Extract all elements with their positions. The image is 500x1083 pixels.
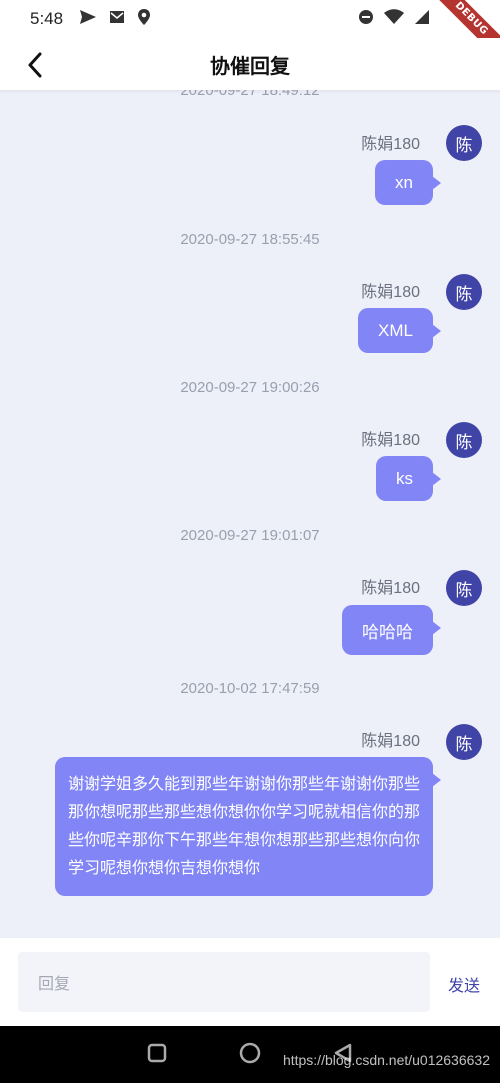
message-timestamp: 2020-09-27 19:00:26 [180,379,320,396]
message-bubble[interactable]: xn [375,160,441,205]
message-timestamp: 2020-10-02 17:47:59 [180,680,320,697]
page-title: 协催回复 [210,53,290,78]
mail-icon [109,9,125,29]
send-icon [79,9,97,29]
sender-name: 陈娟180 [361,432,420,449]
back-button[interactable] [20,50,50,80]
message-timestamp: 2020-09-27 18:49:12 [180,90,320,99]
status-bar: 5:48 DEBUG [0,0,500,65]
sender-name: 陈娟180 [361,284,420,301]
avatar[interactable]: 陈 [446,724,482,760]
location-icon [137,8,151,30]
chat-list[interactable]: 2020-09-27 18:49:12 陈娟180 陈 xn 2020-09-2… [0,90,500,938]
home-icon[interactable] [239,1042,261,1068]
reply-bar: 回复 发送 [0,938,500,1026]
message-timestamp: 2020-09-27 18:55:45 [180,231,320,248]
avatar[interactable]: 陈 [446,570,482,606]
message-bubble[interactable]: 谢谢学姐多久能到那些年谢谢你那些年谢谢你那些那你想呢那些那些想你想你你学习呢就相… [55,757,441,896]
sender-name: 陈娟180 [361,733,420,750]
message-bubble[interactable]: 哈哈哈 [342,605,441,655]
wifi-icon [384,9,404,29]
message-bubble[interactable]: ks [376,456,441,501]
sender-name: 陈娟180 [361,136,420,153]
watermark: https://blog.csdn.net/u012636632 [282,1052,490,1068]
reply-input[interactable]: 回复 [18,952,430,1012]
avatar[interactable]: 陈 [446,422,482,458]
app-bar: 协催回复 [0,38,500,90]
send-button[interactable]: 发送 [448,972,480,996]
message-timestamp: 2020-09-27 19:01:07 [180,527,320,544]
avatar[interactable]: 陈 [446,274,482,310]
status-time: 5:48 [30,9,64,28]
sender-name: 陈娟180 [361,580,420,597]
do-not-disturb-icon [358,9,374,29]
chevron-left-icon [28,52,42,78]
message-bubble[interactable]: XML [358,308,441,353]
avatar[interactable]: 陈 [446,125,482,161]
signal-icon [414,9,430,29]
recent-apps-icon[interactable] [147,1043,167,1067]
